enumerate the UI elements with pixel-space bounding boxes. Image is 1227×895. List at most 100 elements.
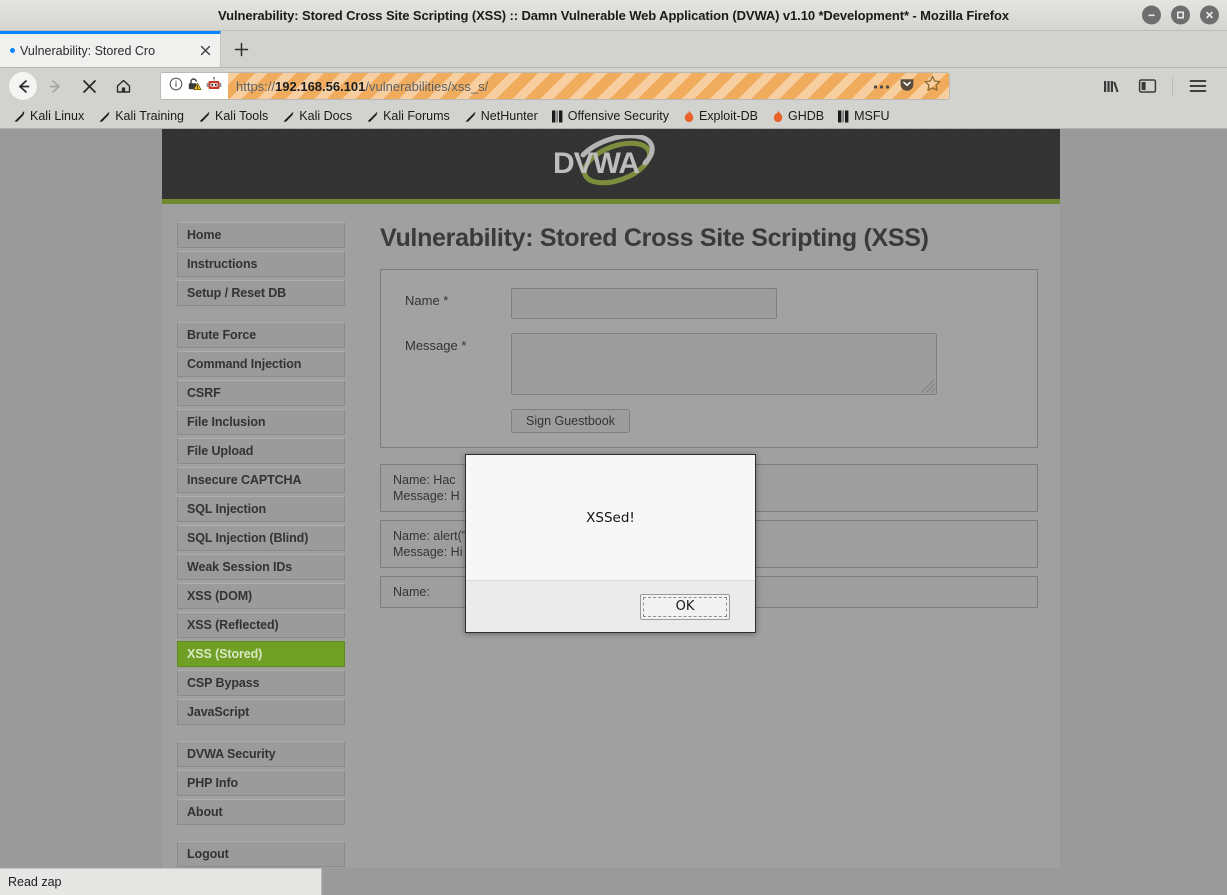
url-identity-block	[161, 73, 228, 99]
bookmark-label: Kali Tools	[215, 109, 269, 123]
sidebar-item-about[interactable]: About	[177, 799, 345, 825]
robot-icon[interactable]	[206, 76, 222, 96]
tab-close-icon[interactable]	[196, 42, 214, 60]
page-viewport: DVWA Home Instructions Setup / Reset DB …	[0, 129, 1227, 889]
sidebar-group-session: Logout	[177, 841, 345, 867]
stop-button[interactable]	[72, 71, 106, 101]
sidebar-item-brute-force[interactable]: Brute Force	[177, 322, 345, 348]
hamburger-menu-icon[interactable]	[1181, 71, 1215, 101]
toolbar-separator	[1172, 76, 1173, 96]
bookmark-offensive-security[interactable]: Offensive Security	[545, 107, 676, 125]
bookmark-label: Kali Linux	[30, 109, 85, 123]
bookmark-exploit-db[interactable]: Exploit-DB	[676, 107, 765, 125]
alert-footer: OK	[466, 580, 755, 632]
url-text-area[interactable]: https://192.168.56.101/vulnerabilities/x…	[228, 73, 949, 99]
lock-warning-icon[interactable]	[187, 77, 202, 96]
forward-button[interactable]	[38, 71, 72, 101]
bookmark-msfu[interactable]: MSFU	[831, 107, 896, 125]
tab-active[interactable]: Vulnerability: Stored Cro	[0, 31, 221, 67]
bookmark-kali-training[interactable]: Kali Training	[91, 107, 191, 125]
name-input[interactable]	[511, 288, 777, 319]
sidebar-item-instructions[interactable]: Instructions	[177, 251, 345, 277]
sidebar-item-xss-stored[interactable]: XSS (Stored)	[177, 641, 345, 667]
flame-icon	[684, 110, 694, 122]
title-bar: Vulnerability: Stored Cross Site Scripti…	[0, 0, 1227, 31]
sidebar-item-javascript[interactable]: JavaScript	[177, 699, 345, 725]
back-button[interactable]	[8, 71, 38, 101]
toolbar-right-buttons	[1094, 71, 1219, 101]
info-circle-icon[interactable]	[169, 77, 183, 96]
bookmark-kali-forums[interactable]: Kali Forums	[359, 107, 457, 125]
page-title: Vulnerability: Stored Cross Site Scripti…	[380, 224, 929, 252]
bookmark-label: GHDB	[788, 109, 825, 123]
ellipsis-icon[interactable]	[873, 77, 890, 95]
status-text: Read zap	[0, 868, 322, 895]
message-form-row: Message *	[405, 333, 1021, 395]
bookmark-ghdb[interactable]: GHDB	[765, 107, 831, 125]
sidebar-item-xss-reflected[interactable]: XSS (Reflected)	[177, 612, 345, 638]
name-form-row: Name *	[405, 288, 1021, 319]
svg-text:DVWA: DVWA	[553, 147, 639, 180]
bookmark-kali-linux[interactable]: Kali Linux	[6, 107, 91, 125]
sidebar-item-csp-bypass[interactable]: CSP Bypass	[177, 670, 345, 696]
sidebar-group-main: Home Instructions Setup / Reset DB	[177, 222, 345, 306]
sidebar-group-settings: DVWA Security PHP Info About	[177, 741, 345, 825]
star-icon[interactable]	[924, 75, 941, 97]
window-controls	[1142, 5, 1219, 25]
sidebar-item-weak-session-ids[interactable]: Weak Session IDs	[177, 554, 345, 580]
offsec-icon	[838, 110, 849, 122]
dvwa-sidebar: Home Instructions Setup / Reset DB Brute…	[162, 204, 360, 889]
tab-strip: Vulnerability: Stored Cro	[0, 31, 1227, 68]
sidebar-item-csrf[interactable]: CSRF	[177, 380, 345, 406]
pocket-icon[interactable]	[899, 76, 915, 97]
name-label: Name *	[405, 293, 449, 308]
dragon-icon	[465, 111, 476, 122]
offsec-icon	[551, 110, 563, 122]
sidebar-group-vulnerabilities: Brute Force Command Injection CSRF File …	[177, 322, 345, 725]
dragon-icon	[367, 111, 378, 122]
bookmark-kali-docs[interactable]: Kali Docs	[275, 107, 359, 125]
sign-guestbook-button[interactable]: Sign Guestbook	[511, 409, 630, 433]
url-action-icons	[867, 73, 949, 99]
sidebar-item-sql-injection[interactable]: SQL Injection	[177, 496, 345, 522]
home-button[interactable]	[106, 71, 140, 101]
tab-loading-dot-icon	[10, 48, 15, 53]
sidebar-item-logout[interactable]: Logout	[177, 841, 345, 867]
sidebar-item-dvwa-security[interactable]: DVWA Security	[177, 741, 345, 767]
url-text: https://192.168.56.101/vulnerabilities/x…	[236, 78, 489, 94]
sidebar-item-setup-reset-db[interactable]: Setup / Reset DB	[177, 280, 345, 306]
sidebar-item-insecure-captcha[interactable]: Insecure CAPTCHA	[177, 467, 345, 493]
url-bar[interactable]: https://192.168.56.101/vulnerabilities/x…	[160, 72, 950, 100]
guestbook-form: Name * Message * Sign Guestbook	[380, 269, 1038, 448]
sidebar-item-file-inclusion[interactable]: File Inclusion	[177, 409, 345, 435]
close-button[interactable]	[1200, 5, 1219, 25]
minimize-button[interactable]	[1142, 5, 1161, 25]
bookmark-label: MSFU	[854, 109, 890, 123]
tab-title: Vulnerability: Stored Cro	[20, 43, 156, 58]
sidebar-item-file-upload[interactable]: File Upload	[177, 438, 345, 464]
bookmark-label: Kali Forums	[383, 109, 450, 123]
status-bar: Read zap	[0, 868, 1227, 895]
library-icon[interactable]	[1094, 71, 1128, 101]
sidebar-item-sql-injection-blind[interactable]: SQL Injection (Blind)	[177, 525, 345, 551]
bookmark-kali-tools[interactable]: Kali Tools	[191, 107, 275, 125]
sidebar-icon[interactable]	[1130, 71, 1164, 101]
message-textarea[interactable]	[511, 333, 937, 395]
new-tab-button[interactable]	[221, 31, 261, 67]
maximize-button[interactable]	[1171, 5, 1190, 25]
resize-grip-icon[interactable]	[921, 379, 935, 393]
sidebar-item-home[interactable]: Home	[177, 222, 345, 248]
dvwa-logo: DVWA	[541, 135, 681, 192]
bookmark-nethunter[interactable]: NetHunter	[457, 107, 545, 125]
bookmark-label: NetHunter	[480, 109, 538, 123]
javascript-alert-dialog: XSSed! OK	[465, 454, 756, 633]
message-label: Message *	[405, 338, 467, 353]
alert-ok-button[interactable]: OK	[640, 593, 730, 620]
dvwa-header: DVWA	[162, 129, 1060, 204]
bookmark-label: Exploit-DB	[698, 109, 758, 123]
sidebar-item-command-injection[interactable]: Command Injection	[177, 351, 345, 377]
dragon-icon	[283, 111, 294, 122]
dragon-icon	[199, 111, 210, 122]
sidebar-item-php-info[interactable]: PHP Info	[177, 770, 345, 796]
sidebar-item-xss-dom[interactable]: XSS (DOM)	[177, 583, 345, 609]
